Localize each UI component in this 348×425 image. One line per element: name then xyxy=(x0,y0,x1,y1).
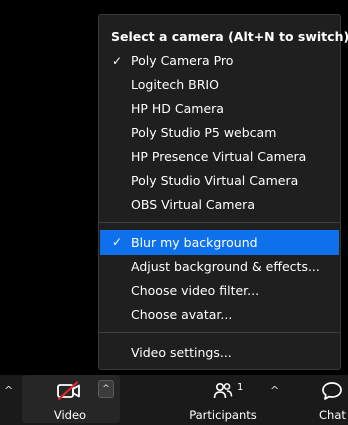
camera-option-poly-studio-p5[interactable]: Poly Studio P5 webcam xyxy=(99,121,340,145)
participants-label: Participants xyxy=(189,408,257,422)
camera-menu: Select a camera (Alt+N to switch) ✓ Poly… xyxy=(98,14,348,370)
option-label: Choose avatar... xyxy=(131,307,233,322)
camera-option-poly-camera-pro[interactable]: ✓ Poly Camera Pro xyxy=(99,49,340,73)
camera-option-hp-hd-camera[interactable]: HP HD Camera xyxy=(99,97,340,121)
video-off-icon xyxy=(57,381,80,401)
option-video-settings[interactable]: Video settings... xyxy=(99,341,340,365)
checkmark-icon: ✓ xyxy=(112,54,123,68)
option-label: Choose video filter... xyxy=(131,283,260,298)
camera-option-label: Poly Camera Pro xyxy=(131,53,234,68)
video-label: Video xyxy=(53,408,87,422)
option-label: Blur my background xyxy=(131,235,258,250)
camera-option-label: HP Presence Virtual Camera xyxy=(131,149,307,164)
option-adjust-background[interactable]: Adjust background & effects... xyxy=(99,255,340,279)
camera-option-label: HP HD Camera xyxy=(131,101,224,116)
camera-option-label: OBS Virtual Camera xyxy=(131,197,255,212)
audio-options-caret[interactable]: ^ xyxy=(4,384,13,397)
menu-divider xyxy=(99,222,340,223)
option-blur-background[interactable]: ✓ Blur my background xyxy=(100,230,339,255)
checkmark-icon: ✓ xyxy=(112,235,123,249)
option-label: Adjust background & effects... xyxy=(131,259,320,274)
menu-divider xyxy=(99,332,340,333)
camera-option-poly-studio-virtual[interactable]: Poly Studio Virtual Camera xyxy=(99,169,340,193)
participants-button[interactable]: 1 Participants xyxy=(186,375,260,423)
camera-option-logitech-brio[interactable]: Logitech BRIO xyxy=(99,73,340,97)
camera-menu-title: Select a camera (Alt+N to switch) xyxy=(111,29,348,44)
meeting-toolbar: ^ ^ Video 1 Participants ^ Chat xyxy=(0,375,348,425)
chat-button[interactable]: Chat xyxy=(316,375,348,423)
option-label: Video settings... xyxy=(131,345,232,360)
chat-icon xyxy=(322,382,342,400)
camera-option-label: Logitech BRIO xyxy=(131,77,219,92)
participants-count: 1 xyxy=(237,382,244,393)
app-window: Select a camera (Alt+N to switch) ✓ Poly… xyxy=(0,0,348,425)
chat-label: Chat xyxy=(319,408,346,422)
option-choose-video-filter[interactable]: Choose video filter... xyxy=(99,279,340,303)
option-choose-avatar[interactable]: Choose avatar... xyxy=(99,303,340,327)
camera-option-obs-virtual[interactable]: OBS Virtual Camera xyxy=(99,193,340,217)
participants-options-caret[interactable]: ^ xyxy=(270,384,279,397)
participants-icon xyxy=(213,382,233,399)
video-options-caret-button[interactable]: ^ xyxy=(98,380,114,398)
camera-option-label: Poly Studio Virtual Camera xyxy=(131,173,299,188)
camera-option-hp-presence-virtual[interactable]: HP Presence Virtual Camera xyxy=(99,145,340,169)
video-button[interactable]: ^ Video xyxy=(22,375,120,423)
camera-option-label: Poly Studio P5 webcam xyxy=(131,125,277,140)
